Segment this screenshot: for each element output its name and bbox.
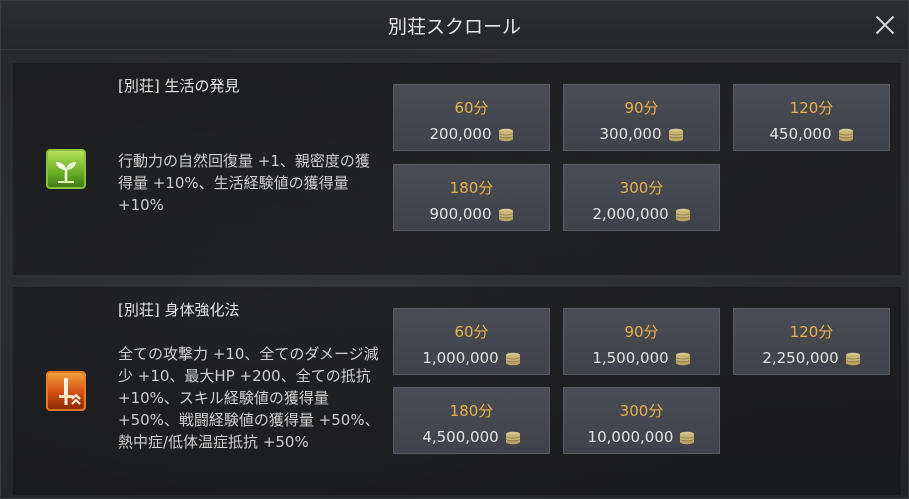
duration-label: 90分 <box>624 323 659 341</box>
coin-icon <box>680 431 695 445</box>
price-label: 10,000,000 <box>587 428 674 446</box>
option-button-60[interactable]: 60分 1,000,000 <box>393 308 550 375</box>
option-button-180[interactable]: 180分 4,500,000 <box>393 387 550 454</box>
villa-scroll-window: 別荘スクロール [別荘] 生活の発見 行動力の自然回復量 +1、親密度の獲得量 … <box>0 0 909 499</box>
price-label: 450,000 <box>769 125 832 143</box>
section-heading: [別荘] 身体強化法 <box>118 301 240 319</box>
sword-icon <box>46 371 86 411</box>
price-row: 300,000 <box>564 125 719 143</box>
option-button-300[interactable]: 300分 10,000,000 <box>563 387 720 454</box>
duration-label: 300分 <box>619 402 664 420</box>
coin-icon <box>675 352 690 366</box>
coin-icon <box>498 128 513 142</box>
section-body-training: [別荘] 身体強化法 全ての攻撃力 +10、全てのダメージ減少 +10、最大HP… <box>13 287 901 495</box>
duration-label: 180分 <box>449 179 494 197</box>
price-label: 300,000 <box>599 125 662 143</box>
coin-icon <box>498 208 513 222</box>
option-button-90[interactable]: 90分 1,500,000 <box>563 308 720 375</box>
section-heading: [別荘] 生活の発見 <box>118 77 240 95</box>
price-label: 2,000,000 <box>592 205 669 223</box>
price-row: 450,000 <box>734 125 889 143</box>
section-description: 全ての攻撃力 +10、全てのダメージ減少 +10、最大HP +200、全ての抵抗… <box>118 345 380 451</box>
duration-label: 300分 <box>619 179 664 197</box>
option-button-120[interactable]: 120分 450,000 <box>733 84 890 151</box>
price-label: 900,000 <box>429 205 492 223</box>
close-icon[interactable] <box>872 12 898 38</box>
option-button-300[interactable]: 300分 2,000,000 <box>563 164 720 231</box>
price-row: 1,000,000 <box>394 349 549 367</box>
price-row: 4,500,000 <box>394 428 549 446</box>
price-row: 2,000,000 <box>564 205 719 223</box>
duration-label: 90分 <box>624 99 659 117</box>
price-row: 1,500,000 <box>564 349 719 367</box>
coin-icon <box>845 352 860 366</box>
coin-icon <box>505 431 520 445</box>
price-row: 200,000 <box>394 125 549 143</box>
price-label: 2,250,000 <box>762 349 839 367</box>
price-row: 10,000,000 <box>564 428 719 446</box>
price-label: 1,000,000 <box>422 349 499 367</box>
coin-icon <box>505 352 520 366</box>
option-button-120[interactable]: 120分 2,250,000 <box>733 308 890 375</box>
coin-icon <box>668 128 683 142</box>
duration-label: 60分 <box>454 99 489 117</box>
option-button-90[interactable]: 90分 300,000 <box>563 84 720 151</box>
duration-label: 120分 <box>789 323 834 341</box>
price-label: 4,500,000 <box>422 428 499 446</box>
sprout-icon <box>46 149 86 189</box>
price-row: 900,000 <box>394 205 549 223</box>
coin-icon <box>838 128 853 142</box>
section-description: 行動力の自然回復量 +1、親密度の獲得量 +10%、生活経験値の獲得量 +10% <box>118 152 370 214</box>
coin-icon <box>675 208 690 222</box>
price-label: 200,000 <box>429 125 492 143</box>
price-row: 2,250,000 <box>734 349 889 367</box>
duration-label: 120分 <box>789 99 834 117</box>
duration-label: 180分 <box>449 402 494 420</box>
option-button-60[interactable]: 60分 200,000 <box>393 84 550 151</box>
option-button-180[interactable]: 180分 900,000 <box>393 164 550 231</box>
window-title: 別荘スクロール <box>387 16 521 38</box>
section-life-discovery: [別荘] 生活の発見 行動力の自然回復量 +1、親密度の獲得量 +10%、生活経… <box>13 63 901 275</box>
duration-label: 60分 <box>454 323 489 341</box>
title-bar: 別荘スクロール <box>1 1 908 50</box>
price-label: 1,500,000 <box>592 349 669 367</box>
